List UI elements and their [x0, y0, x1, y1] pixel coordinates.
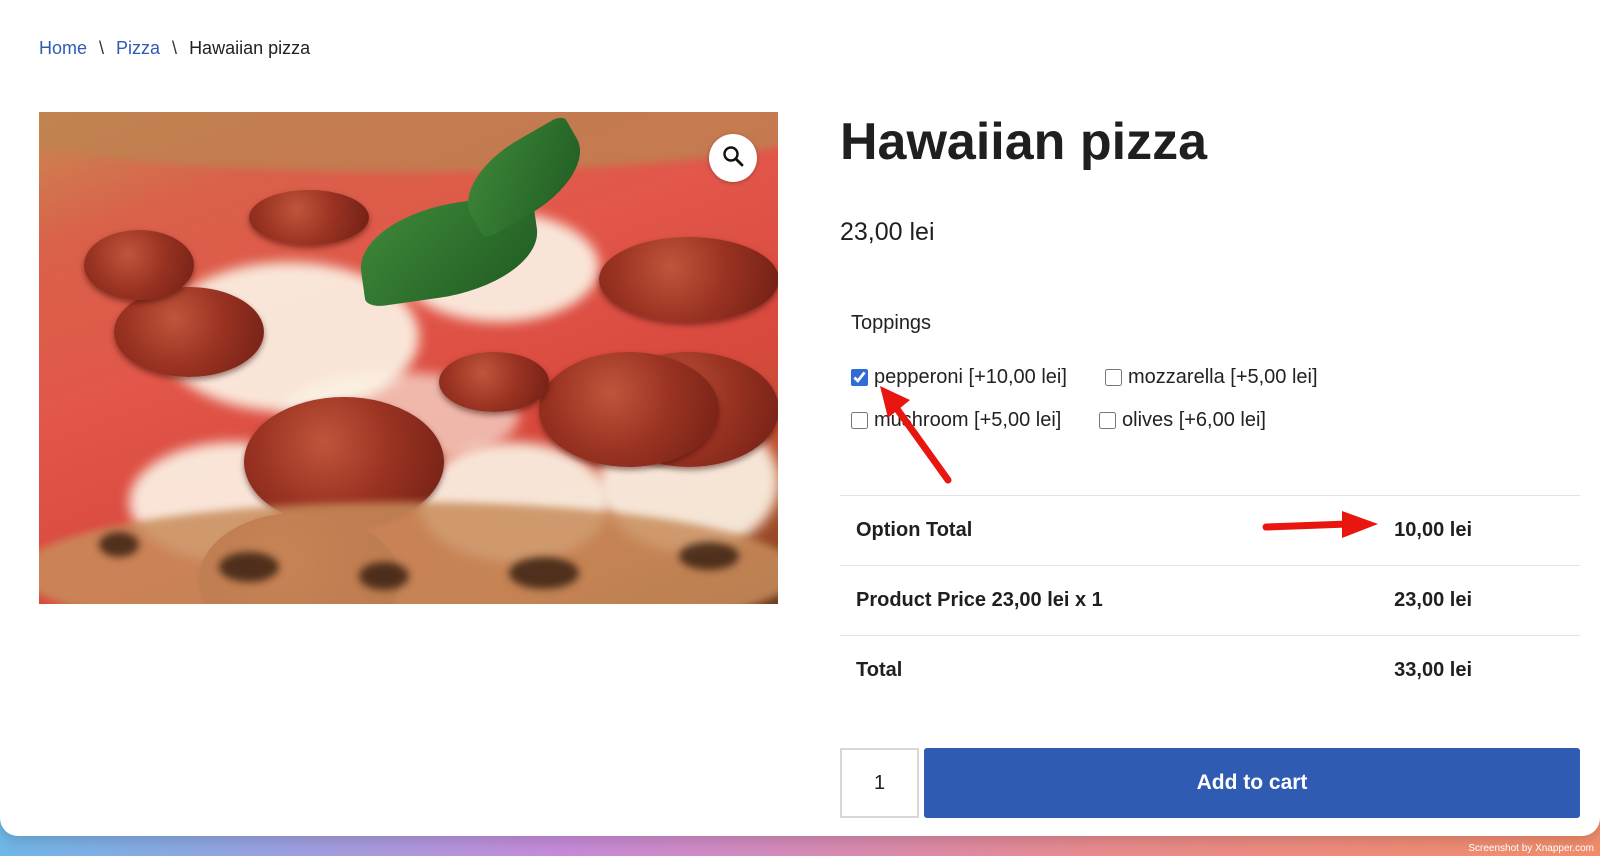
topping-option-mozzarella[interactable]: mozzarella [+5,00 lei]	[1105, 366, 1318, 389]
summary-value: 10,00 lei	[1394, 519, 1472, 541]
price-summary: Option Total 10,00 lei Product Price 23,…	[840, 495, 1580, 705]
summary-row-total: Total 33,00 lei	[840, 635, 1580, 705]
breadcrumb-separator: \	[172, 38, 178, 58]
product-title: Hawaiian pizza	[840, 113, 1207, 171]
annotation-arrow-icon	[880, 386, 952, 484]
pepperoni-checkbox[interactable]	[851, 369, 868, 386]
summary-row-product-price: Product Price 23,00 lei x 1 23,00 lei	[840, 565, 1580, 635]
summary-row-option-total: Option Total 10,00 lei	[840, 495, 1580, 565]
product-image[interactable]	[39, 112, 778, 604]
zoom-button[interactable]	[709, 134, 757, 182]
summary-label: Product Price 23,00 lei x 1	[856, 589, 1103, 611]
annotation-arrow-icon	[1262, 511, 1378, 538]
product-price: 23,00 lei	[840, 218, 935, 246]
summary-label: Total	[856, 659, 903, 681]
quantity-input[interactable]	[840, 748, 919, 818]
add-to-cart-button[interactable]: Add to cart	[924, 748, 1580, 818]
breadcrumb-separator: \	[99, 38, 105, 58]
topping-option-label: mozzarella [+5,00 lei]	[1128, 366, 1318, 388]
product-page: Home \ Pizza \ Hawaiian pizza Hawaiian p…	[0, 0, 1600, 836]
mozzarella-checkbox[interactable]	[1105, 369, 1122, 386]
summary-label: Option Total	[856, 519, 973, 541]
summary-value: 23,00 lei	[1394, 589, 1472, 611]
topping-option-label: olives [+6,00 lei]	[1122, 409, 1266, 431]
toppings-label: Toppings	[851, 312, 932, 334]
topping-option-olives[interactable]: olives [+6,00 lei]	[1099, 409, 1266, 432]
breadcrumb-category-link[interactable]: Pizza	[116, 38, 160, 59]
breadcrumb: Home \ Pizza \ Hawaiian pizza	[39, 38, 310, 59]
watermark: Screenshot by Xnapper.com	[1468, 843, 1594, 854]
mushroom-checkbox[interactable]	[851, 412, 868, 429]
breadcrumb-home-link[interactable]: Home	[39, 38, 87, 59]
olives-checkbox[interactable]	[1099, 412, 1116, 429]
breadcrumb-current: Hawaiian pizza	[189, 38, 311, 58]
zoom-icon	[721, 144, 745, 173]
summary-value: 33,00 lei	[1394, 659, 1472, 681]
